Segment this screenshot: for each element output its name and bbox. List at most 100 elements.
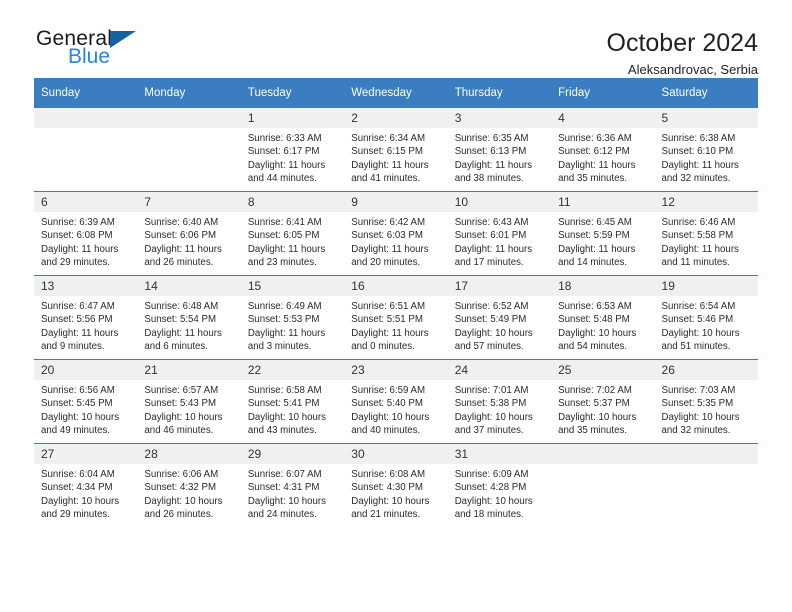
day-number: 26: [654, 360, 758, 380]
calendar-day-cell[interactable]: 17 Sunrise: 6:52 AM Sunset: 5:49 PM Dayligh…: [447, 275, 552, 360]
sunset-text: Sunset: 5:41 PM: [247, 398, 320, 410]
sunset-text: Sunset: 5:48 PM: [558, 314, 630, 326]
calendar-day-cell[interactable]: 8 Sunrise: 6:41 AM Sunset: 6:05 PM Daylight…: [240, 191, 345, 276]
calendar-day-cell[interactable]: 22 Sunrise: 6:58 AM Sunset: 5:41 PM Dayligh…: [240, 359, 345, 444]
calendar-day-cell[interactable]: 23 Sunrise: 6:59 AM Sunset: 5:40 PM Dayligh…: [344, 359, 448, 444]
day-number: 5: [654, 108, 758, 128]
daylight-text: Daylight: 11 hours and 9 minutes.: [41, 327, 119, 353]
calendar-day-cell[interactable]: 4 Sunrise: 6:36 AM Sunset: 6:12 PM Daylight…: [551, 108, 655, 192]
calendar-head: Sunday Monday Tuesday Wednesday Thursday…: [34, 78, 758, 108]
sunset-text: Sunset: 6:17 PM: [247, 146, 320, 158]
calendar-body: 1 Sunrise: 6:33 AM Sunset: 6:17 PM Daylight…: [34, 108, 758, 527]
calendar-day-cell[interactable]: 13 Sunrise: 6:47 AM Sunset: 5:56 PM Dayligh…: [34, 275, 138, 360]
sunrise-text: Sunrise: 6:51 AM: [351, 301, 426, 312]
daylight-text: Daylight: 11 hours and 35 minutes.: [558, 159, 636, 185]
day-number: 7: [137, 192, 241, 212]
weekday-header-friday: Friday: [551, 78, 655, 108]
daylight-text: Daylight: 11 hours and 14 minutes.: [558, 243, 636, 269]
daylight-text: Daylight: 10 hours and 43 minutes.: [247, 411, 326, 437]
day-details: Sunrise: 6:53 AM Sunset: 5:48 PM Daylight:…: [551, 296, 654, 354]
calendar-day-cell[interactable]: 6 Sunrise: 6:39 AM Sunset: 6:08 PM Daylight…: [34, 191, 138, 276]
day-number: 29: [240, 444, 345, 464]
daylight-text: Daylight: 11 hours and 6 minutes.: [144, 327, 222, 353]
sunrise-text: Sunrise: 6:43 AM: [454, 217, 529, 228]
daylight-text: Daylight: 11 hours and 3 minutes.: [247, 327, 326, 353]
day-details: Sunrise: 7:02 AM Sunset: 5:37 PM Daylight:…: [551, 380, 654, 438]
day-details: Sunrise: 7:01 AM Sunset: 5:38 PM Daylight:…: [448, 380, 551, 438]
day-number: 31: [447, 444, 552, 464]
calendar-day-cell-empty: [34, 108, 138, 192]
calendar-day-cell[interactable]: 12 Sunrise: 6:46 AM Sunset: 5:58 PM Dayligh…: [654, 191, 758, 276]
calendar-day-cell[interactable]: 26 Sunrise: 7:03 AM Sunset: 5:35 PM Dayligh…: [654, 359, 758, 444]
weekday-header-row: Sunday Monday Tuesday Wednesday Thursday…: [34, 78, 758, 108]
day-number: 15: [240, 276, 345, 296]
sunset-text: Sunset: 4:34 PM: [41, 482, 113, 494]
calendar-day-cell[interactable]: 19 Sunrise: 6:54 AM Sunset: 5:46 PM Dayligh…: [654, 275, 758, 360]
daylight-text: Daylight: 10 hours and 40 minutes.: [351, 411, 430, 437]
day-number: [137, 108, 241, 128]
calendar-day-cell[interactable]: 11 Sunrise: 6:45 AM Sunset: 5:59 PM Dayligh…: [551, 191, 655, 276]
day-number: 10: [447, 192, 552, 212]
calendar-day-cell[interactable]: 20 Sunrise: 6:56 AM Sunset: 5:45 PM Dayligh…: [34, 359, 138, 444]
calendar-day-cell[interactable]: 2 Sunrise: 6:34 AM Sunset: 6:15 PM Daylight…: [344, 108, 448, 192]
calendar-day-cell[interactable]: 9 Sunrise: 6:42 AM Sunset: 6:03 PM Daylight…: [344, 191, 448, 276]
sunrise-text: Sunrise: 6:45 AM: [558, 217, 632, 228]
sunrise-text: Sunrise: 6:57 AM: [144, 385, 219, 396]
calendar-day-cell[interactable]: 21 Sunrise: 6:57 AM Sunset: 5:43 PM Dayligh…: [137, 359, 241, 444]
calendar-day-cell[interactable]: 10 Sunrise: 6:43 AM Sunset: 6:01 PM Dayligh…: [447, 191, 552, 276]
daylight-text: Daylight: 11 hours and 32 minutes.: [661, 159, 739, 185]
day-number: 14: [137, 276, 241, 296]
day-number: 13: [34, 276, 138, 296]
sunset-text: Sunset: 5:49 PM: [454, 314, 527, 326]
calendar-week-row: 1 Sunrise: 6:33 AM Sunset: 6:17 PM Daylight…: [34, 108, 758, 192]
day-number: 19: [654, 276, 758, 296]
sunset-text: Sunset: 5:45 PM: [41, 398, 113, 410]
day-number: 25: [551, 360, 655, 380]
sunrise-text: Sunrise: 6:52 AM: [454, 301, 529, 312]
sunset-text: Sunset: 4:32 PM: [144, 482, 217, 494]
calendar-day-cell[interactable]: 16 Sunrise: 6:51 AM Sunset: 5:51 PM Dayligh…: [344, 275, 448, 360]
calendar-day-cell-empty: [654, 443, 758, 527]
sunrise-text: Sunrise: 6:48 AM: [144, 301, 219, 312]
calendar-day-cell[interactable]: 28 Sunrise: 6:06 AM Sunset: 4:32 PM Dayligh…: [137, 443, 241, 527]
calendar-day-cell[interactable]: 15 Sunrise: 6:49 AM Sunset: 5:53 PM Dayligh…: [240, 275, 345, 360]
calendar-day-cell[interactable]: 30 Sunrise: 6:08 AM Sunset: 4:30 PM Dayligh…: [344, 443, 448, 527]
logo-triangle-icon: [110, 31, 137, 48]
page-title: October 2024: [606, 29, 759, 57]
day-number: 1: [240, 108, 345, 128]
day-details: Sunrise: 6:39 AM Sunset: 6:08 PM Daylight:…: [34, 212, 137, 270]
sunset-text: Sunset: 6:15 PM: [351, 146, 423, 158]
calendar-day-cell[interactable]: 7 Sunrise: 6:40 AM Sunset: 6:06 PM Daylight…: [137, 191, 241, 276]
sunrise-text: Sunrise: 7:02 AM: [558, 385, 632, 396]
sunset-text: Sunset: 5:35 PM: [661, 398, 734, 410]
day-details: Sunrise: 7:03 AM Sunset: 5:35 PM Daylight:…: [655, 380, 758, 438]
sunset-text: Sunset: 5:38 PM: [454, 398, 527, 410]
sunset-text: Sunset: 6:06 PM: [144, 230, 217, 242]
day-number: 6: [34, 192, 138, 212]
calendar-day-cell[interactable]: 3 Sunrise: 6:35 AM Sunset: 6:13 PM Daylight…: [447, 108, 552, 192]
calendar-day-cell[interactable]: 25 Sunrise: 7:02 AM Sunset: 5:37 PM Dayligh…: [551, 359, 655, 444]
day-details: Sunrise: 6:04 AM Sunset: 4:34 PM Daylight:…: [34, 464, 137, 522]
day-details: Sunrise: 6:42 AM Sunset: 6:03 PM Daylight:…: [344, 212, 447, 270]
calendar-day-cell[interactable]: 18 Sunrise: 6:53 AM Sunset: 5:48 PM Dayligh…: [551, 275, 655, 360]
calendar-day-cell[interactable]: 5 Sunrise: 6:38 AM Sunset: 6:10 PM Daylight…: [654, 108, 758, 192]
calendar-day-cell[interactable]: 27 Sunrise: 6:04 AM Sunset: 4:34 PM Dayligh…: [34, 443, 138, 527]
calendar-day-cell[interactable]: 31 Sunrise: 6:09 AM Sunset: 4:28 PM Dayligh…: [447, 443, 552, 527]
day-details: Sunrise: 6:41 AM Sunset: 6:05 PM Daylight:…: [241, 212, 344, 270]
sunrise-text: Sunrise: 7:03 AM: [661, 385, 736, 396]
day-details: Sunrise: 6:52 AM Sunset: 5:49 PM Daylight:…: [448, 296, 551, 354]
sunset-text: Sunset: 5:59 PM: [558, 230, 630, 242]
general-blue-logo[interactable]: General Blue: [34, 28, 256, 67]
calendar-day-cell-empty: [137, 108, 241, 192]
daylight-text: Daylight: 10 hours and 21 minutes.: [351, 495, 430, 521]
calendar-day-cell[interactable]: 29 Sunrise: 6:07 AM Sunset: 4:31 PM Dayligh…: [240, 443, 345, 527]
calendar-day-cell[interactable]: 14 Sunrise: 6:48 AM Sunset: 5:54 PM Dayligh…: [137, 275, 241, 360]
day-details: Sunrise: 6:43 AM Sunset: 6:01 PM Daylight:…: [448, 212, 551, 270]
day-number: 4: [551, 108, 655, 128]
sunrise-text: Sunrise: 6:33 AM: [247, 133, 322, 144]
calendar-day-cell[interactable]: 24 Sunrise: 7:01 AM Sunset: 5:38 PM Dayligh…: [447, 359, 552, 444]
day-details: Sunrise: 6:59 AM Sunset: 5:40 PM Daylight:…: [344, 380, 447, 438]
sunset-text: Sunset: 5:37 PM: [558, 398, 630, 410]
calendar-day-cell[interactable]: 1 Sunrise: 6:33 AM Sunset: 6:17 PM Daylight…: [240, 108, 345, 192]
sunrise-text: Sunrise: 6:59 AM: [351, 385, 426, 396]
